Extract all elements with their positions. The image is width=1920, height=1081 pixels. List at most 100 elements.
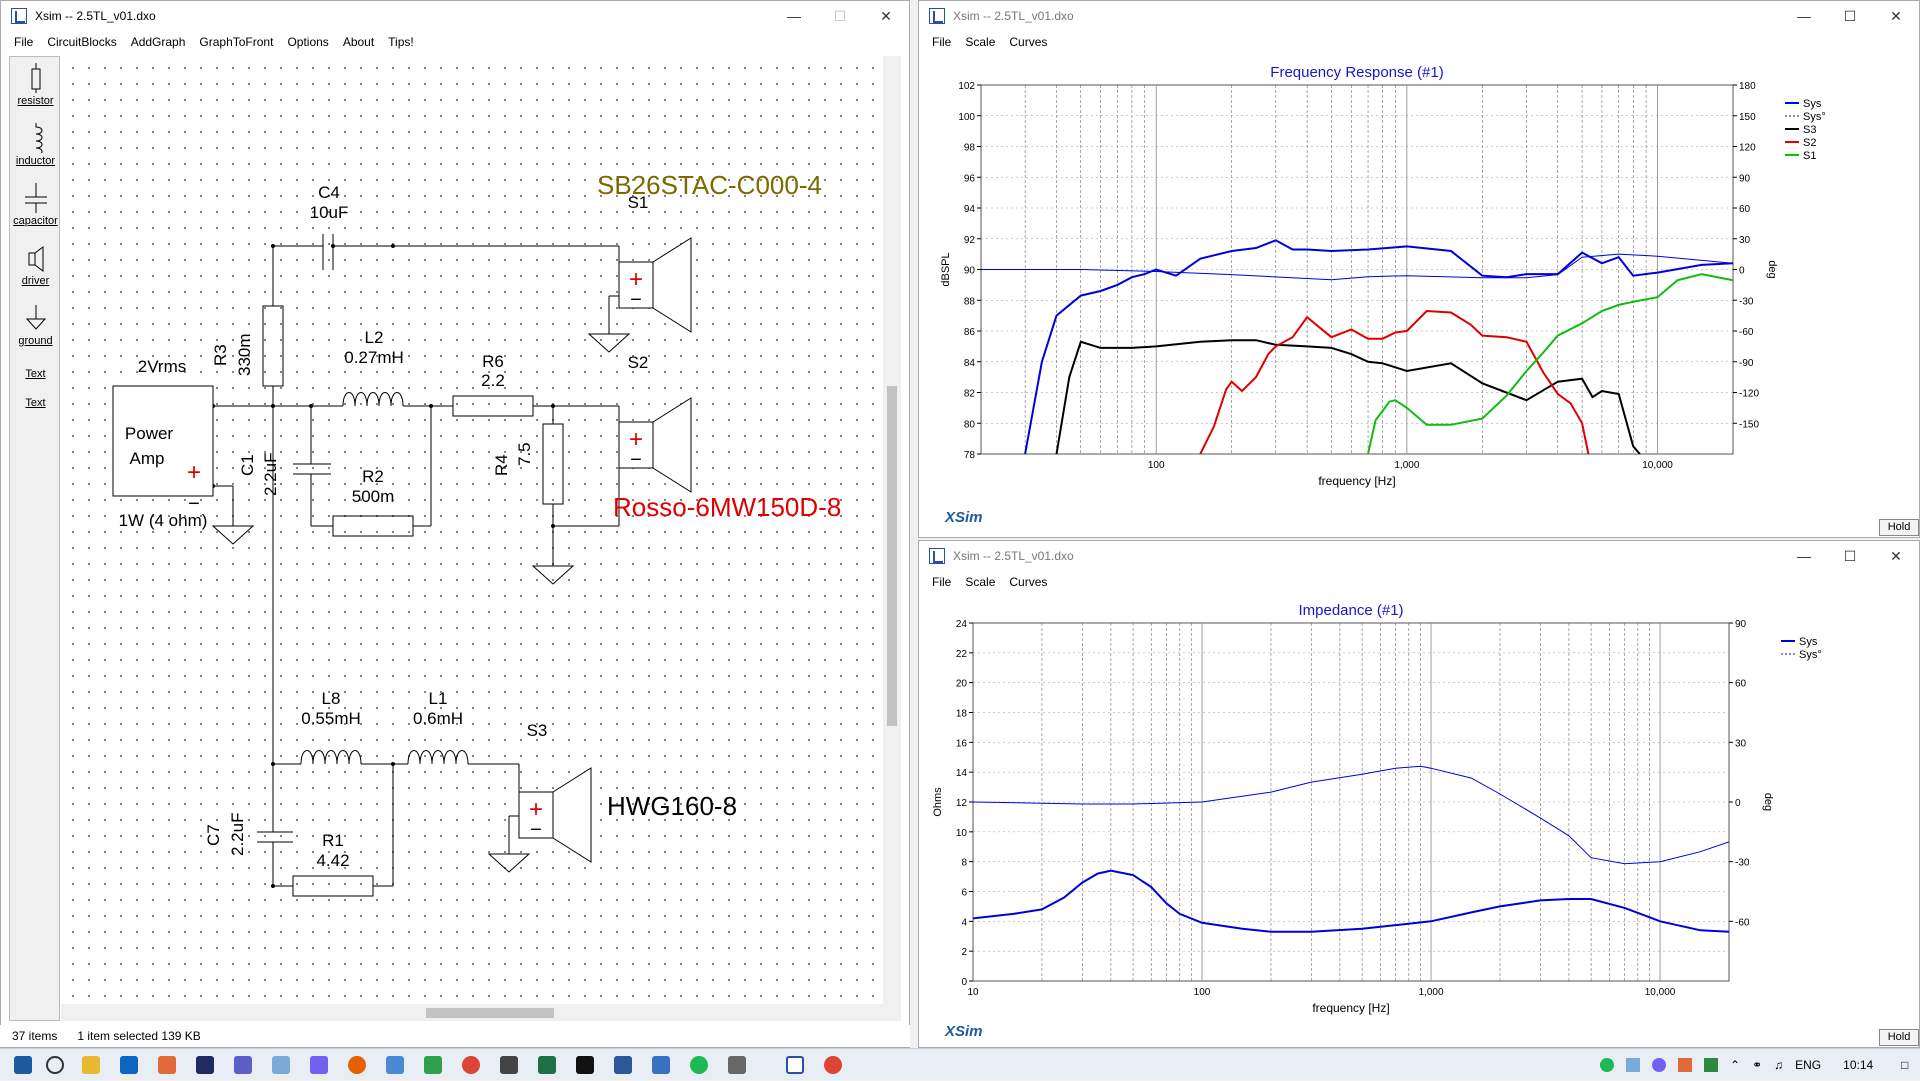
menu-graphtofront[interactable]: GraphToFront: [192, 35, 280, 49]
start-icon[interactable]: [14, 1056, 32, 1074]
c1-name: C1: [238, 454, 257, 476]
minimize-icon[interactable]: —: [1781, 541, 1827, 571]
fr-window-title: Xsim -- 2.5TL_v01.dxo: [953, 9, 1074, 23]
y2-tick-label: 120: [1739, 143, 1756, 154]
menu-about[interactable]: About: [336, 35, 381, 49]
fr-hold-button[interactable]: Hold: [1879, 519, 1919, 536]
wifi-icon[interactable]: ⚭: [1752, 1058, 1762, 1072]
s3-model-label: HWG160-8: [607, 791, 737, 821]
y2-axis-label: deg: [1762, 793, 1774, 811]
menu-tips[interactable]: Tips!: [381, 35, 421, 49]
pictures-icon[interactable]: [158, 1056, 176, 1074]
hscroll-thumb[interactable]: [426, 1008, 554, 1018]
tool-capacitor[interactable]: capacitor: [10, 183, 61, 227]
fr-menu-scale[interactable]: Scale: [958, 35, 1002, 49]
chrome-icon[interactable]: [462, 1056, 480, 1074]
menu-file[interactable]: File: [7, 35, 40, 49]
tool-text-2[interactable]: Text: [10, 397, 61, 409]
media-icon[interactable]: [196, 1056, 214, 1074]
minimize-icon[interactable]: —: [771, 1, 817, 31]
tool-text-1[interactable]: Text: [10, 368, 61, 380]
close-icon[interactable]: ✕: [1873, 1, 1919, 31]
ground-icon: [25, 305, 46, 330]
fr-titlebar[interactable]: Xsim -- 2.5TL_v01.dxo — ☐ ✕: [919, 1, 1919, 31]
calculator-icon[interactable]: [728, 1056, 746, 1074]
tray-icon-2[interactable]: [1678, 1058, 1692, 1072]
excel-icon[interactable]: [538, 1056, 556, 1074]
chevron-up-icon[interactable]: ⌃: [1730, 1058, 1740, 1072]
word-icon[interactable]: [614, 1056, 632, 1074]
app2-icon[interactable]: [500, 1056, 518, 1074]
search-icon[interactable]: [46, 1056, 64, 1074]
imp-graph-pane: 24 22 20 18 16 14 12 10 8 6 4 2 0 90 60 30 0 -30 -60 10 100 1…: [919, 593, 1919, 1047]
tool-resistor[interactable]: resistor: [10, 63, 61, 107]
window-title: Xsim -- 2.5TL_v01.dxo: [35, 9, 156, 23]
r3-name: R3: [211, 344, 230, 366]
outlook-icon[interactable]: [120, 1056, 138, 1074]
app3-icon[interactable]: [652, 1056, 670, 1074]
y-tick-label: 90: [964, 266, 976, 277]
imp-titlebar[interactable]: Xsim -- 2.5TL_v01.dxo — ☐ ✕: [919, 541, 1919, 571]
vscroll-thumb[interactable]: [887, 386, 897, 726]
r2-name: R2: [362, 467, 384, 486]
volume-icon[interactable]: ♫: [1774, 1058, 1783, 1072]
settings-app-icon[interactable]: [386, 1056, 404, 1074]
ps-icon[interactable]: [576, 1056, 594, 1074]
impedance-chart[interactable]: 2422201816141210864209060300-30-6010 100 1…: [919, 593, 1919, 1047]
maximize-icon[interactable]: ☐: [817, 1, 863, 31]
vpn-icon[interactable]: [424, 1056, 442, 1074]
tray-icon[interactable]: [1626, 1058, 1640, 1072]
xsim-taskbar-icon[interactable]: [786, 1056, 804, 1074]
menu-options[interactable]: Options: [280, 35, 335, 49]
maximize-icon[interactable]: ☐: [1827, 1, 1873, 31]
imp-hold-button[interactable]: Hold: [1879, 1029, 1919, 1046]
y-tick-label: 14: [956, 768, 968, 779]
legend-label: S3: [1803, 124, 1816, 136]
schematic-titlebar[interactable]: Xsim -- 2.5TL_v01.dxo — ☐ ✕: [1, 1, 909, 31]
l2-value: 0.27mH: [344, 348, 404, 367]
teams-icon[interactable]: [234, 1056, 252, 1074]
close-icon[interactable]: ✕: [1873, 541, 1919, 571]
close-icon[interactable]: ✕: [863, 1, 909, 31]
y-tick-label: 20: [956, 679, 968, 690]
frequency-response-chart[interactable]: 102 100 98 96 94 92 90 88 86 84 82 80 78 180 150 120 90 6…: [919, 53, 1919, 537]
y2-tick-label: -60: [1735, 917, 1750, 928]
clock[interactable]: 10:14: [1843, 1058, 1873, 1072]
language-indicator[interactable]: ENG: [1795, 1058, 1821, 1072]
app-icon[interactable]: [272, 1056, 290, 1074]
schematic-canvas[interactable]: + − + − + − + − C4 10uF S1 R3 330m L2 0.…: [61, 56, 901, 1006]
tool-driver[interactable]: driver: [10, 243, 61, 287]
spotify-tray-icon[interactable]: [1600, 1058, 1614, 1072]
imp-menu-curves[interactable]: Curves: [1002, 575, 1054, 589]
l1-name: L1: [429, 689, 448, 708]
fr-menu-curves[interactable]: Curves: [1002, 35, 1054, 49]
viber-tray-icon[interactable]: [1652, 1058, 1666, 1072]
security-tray-icon[interactable]: [1704, 1058, 1718, 1072]
minimize-icon[interactable]: —: [1781, 1, 1827, 31]
c7-name: C7: [204, 824, 223, 846]
y2-tick-label: -90: [1739, 358, 1754, 369]
xsim-app-icon: [929, 548, 945, 564]
viber-icon[interactable]: [310, 1056, 328, 1074]
file-explorer-icon[interactable]: [82, 1056, 100, 1074]
fr-menu-file[interactable]: File: [925, 35, 958, 49]
maximize-icon[interactable]: ☐: [1827, 541, 1873, 571]
canvas-vertical-scrollbar[interactable]: [883, 56, 901, 1021]
firefox-icon[interactable]: [348, 1056, 366, 1074]
tool-inductor[interactable]: inductor: [10, 123, 61, 167]
s2-name: S2: [628, 353, 649, 372]
y-tick-label: 88: [964, 296, 976, 307]
imp-menu-file[interactable]: File: [925, 575, 958, 589]
notification-icon[interactable]: □: [1901, 1058, 1908, 1072]
imp-menu-scale[interactable]: Scale: [958, 575, 1002, 589]
y-tick-label: 86: [964, 327, 976, 338]
canvas-horizontal-scrollbar[interactable]: [61, 1004, 883, 1021]
chrome2-icon[interactable]: [824, 1056, 842, 1074]
menu-addgraph[interactable]: AddGraph: [124, 35, 193, 49]
amp-power: 1W (4 ohm): [119, 511, 208, 530]
spotify-icon[interactable]: [690, 1056, 708, 1074]
tool-ground[interactable]: ground: [10, 303, 61, 347]
menu-circuitblocks[interactable]: CircuitBlocks: [40, 35, 123, 49]
chart-title: Impedance (#1): [1298, 602, 1403, 619]
y-tick-label: 102: [958, 81, 975, 92]
